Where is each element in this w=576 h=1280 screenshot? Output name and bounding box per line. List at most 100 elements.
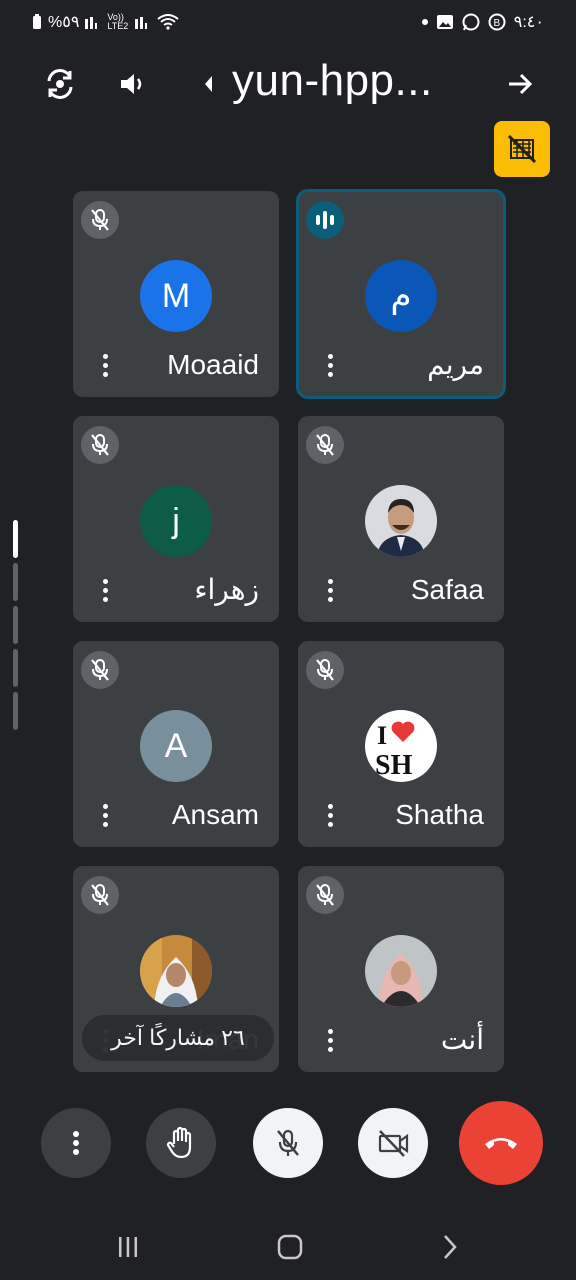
muted-indicator	[81, 651, 119, 689]
more-vertical-icon	[73, 1131, 79, 1155]
avatar: م	[365, 260, 437, 332]
dot	[328, 813, 333, 818]
participant-tile[interactable]: M Moaaid	[73, 191, 279, 397]
dot	[103, 363, 108, 368]
avatar: j	[140, 485, 212, 557]
participant-options-button[interactable]	[328, 354, 334, 377]
participant-name: أنت	[440, 1024, 484, 1055]
participant-options-button[interactable]	[328, 579, 334, 602]
participant-options-button[interactable]	[103, 804, 109, 827]
participant-tile[interactable]: A Ansam	[73, 641, 279, 847]
dot	[103, 354, 108, 359]
mic-off-icon	[316, 659, 334, 681]
dot	[328, 372, 333, 377]
dot	[328, 1038, 333, 1043]
participant-name: مريم	[427, 349, 484, 380]
recent-apps-button[interactable]	[108, 1229, 148, 1265]
avatar-photo	[365, 935, 437, 1007]
participant-name: Ansam	[171, 799, 259, 830]
dot	[328, 363, 333, 368]
dot	[328, 579, 333, 584]
raise-hand-icon	[166, 1126, 192, 1159]
notification-dot-icon	[421, 19, 428, 25]
participant-tile[interactable]: I SH Shatha	[298, 641, 504, 847]
avatar	[140, 935, 212, 1007]
avatar-logo: ISH	[365, 710, 437, 782]
mic-off-icon	[91, 434, 109, 456]
microphone-toggle-button[interactable]	[253, 1108, 323, 1178]
switch-camera-button[interactable]	[38, 62, 82, 106]
participant-options-button[interactable]	[328, 804, 334, 827]
home-icon	[277, 1234, 303, 1260]
wifi-icon	[157, 14, 180, 30]
muted-indicator	[81, 201, 119, 239]
dot	[103, 579, 108, 584]
raise-hand-button[interactable]	[146, 1108, 216, 1178]
page-dot	[13, 649, 18, 687]
more-options-button[interactable]	[41, 1108, 111, 1178]
status-left: %٥٩ Vo)) LTE2	[32, 12, 180, 32]
avatar: M	[140, 260, 212, 332]
recent-apps-icon	[119, 1237, 137, 1257]
call-controls	[0, 1100, 576, 1190]
participant-options-button[interactable]	[103, 354, 109, 377]
participant-tile[interactable]: م مريم	[296, 189, 506, 399]
call-top-bar: yun-hpp...	[0, 52, 576, 116]
svg-text:B: B	[493, 18, 500, 29]
video-off-notice[interactable]	[494, 121, 550, 177]
muted-indicator	[81, 426, 119, 464]
avatar	[365, 485, 437, 557]
dot	[103, 588, 108, 593]
dot	[328, 597, 333, 602]
muted-indicator	[306, 876, 344, 914]
page-dot	[13, 520, 18, 558]
muted-indicator	[306, 426, 344, 464]
audio-output-button[interactable]	[110, 62, 154, 106]
meeting-title[interactable]: yun-hpp...	[232, 56, 433, 106]
dot	[328, 588, 333, 593]
volte-label: Vo)) LTE2	[107, 12, 129, 31]
avatar: A	[140, 710, 212, 782]
participant-name: Moaaid	[167, 349, 259, 380]
end-call-button[interactable]	[459, 1101, 543, 1185]
battery-percent: %٥٩	[48, 14, 80, 31]
chevron-left-icon[interactable]	[202, 74, 214, 94]
page-dot	[13, 692, 18, 730]
dot	[328, 822, 333, 827]
speaker-icon	[121, 74, 142, 94]
participant-tile[interactable]: أنت	[298, 866, 504, 1072]
meeting-details-button[interactable]	[498, 62, 542, 106]
signal-icon	[135, 17, 148, 29]
video-off-icon	[507, 134, 537, 164]
avatar: I SH	[365, 710, 437, 782]
participant-name: Safaa	[410, 574, 484, 605]
avatar-photo	[140, 935, 212, 1007]
svg-text:I: I	[377, 721, 387, 750]
more-participants-button[interactable]: ٢٦ مشاركًا آخر	[82, 1015, 274, 1061]
business-icon: B	[488, 13, 506, 31]
svg-text:SH: SH	[375, 750, 413, 781]
clock: ٩:٤٠	[513, 14, 544, 31]
speaking-indicator	[306, 201, 344, 239]
participant-options-button[interactable]	[103, 579, 109, 602]
arrow-right-icon	[509, 73, 533, 95]
mic-off-icon	[316, 434, 334, 456]
dot	[103, 597, 108, 602]
mic-off-icon	[316, 884, 334, 906]
camera-toggle-button[interactable]	[358, 1108, 428, 1178]
participant-name: Shatha	[395, 799, 484, 830]
home-button[interactable]	[270, 1229, 310, 1265]
participant-tile[interactable]: j زهراء	[73, 416, 279, 622]
audio-wave-icon	[316, 211, 334, 229]
mic-off-icon	[91, 884, 109, 906]
avatar-photo	[365, 485, 437, 557]
dot	[103, 804, 108, 809]
dot	[328, 1047, 333, 1052]
participant-tile[interactable]: Safaa	[298, 416, 504, 622]
participant-options-button[interactable]	[328, 1029, 334, 1052]
dot	[328, 354, 333, 359]
muted-indicator	[306, 651, 344, 689]
back-button[interactable]	[430, 1229, 470, 1265]
dot	[328, 1029, 333, 1034]
whatsapp-icon	[462, 13, 480, 31]
